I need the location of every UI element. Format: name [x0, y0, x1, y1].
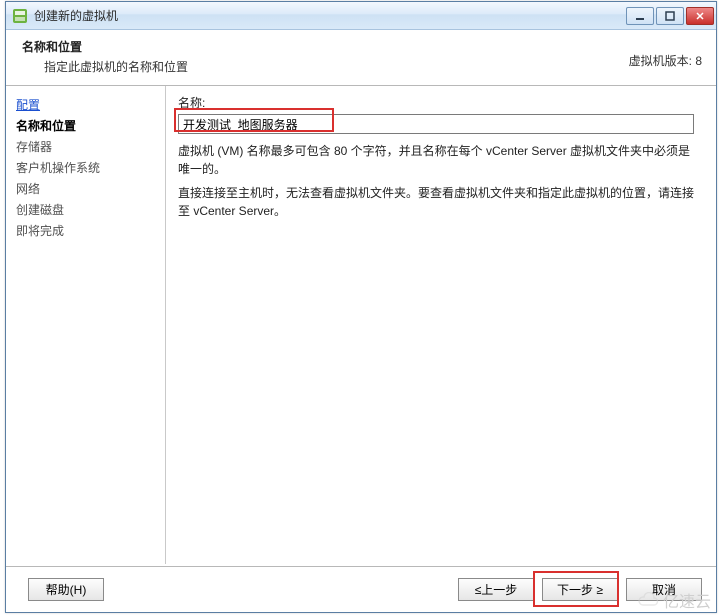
window-title: 创建新的虚拟机 — [34, 7, 626, 24]
footer: 帮助(H) ≤上一步 下一步 ≥ 取消 — [6, 566, 716, 612]
vm-name-input[interactable] — [178, 114, 694, 134]
content-pane: 名称: 虚拟机 (VM) 名称最多可包含 80 个字符，并且名称在每个 vCen… — [166, 86, 716, 564]
sidebar-item-storage: 存储器 — [16, 136, 165, 157]
minimize-button[interactable] — [626, 7, 654, 25]
sidebar-item-network: 网络 — [16, 178, 165, 199]
titlebar: 创建新的虚拟机 — [6, 2, 716, 30]
back-button[interactable]: ≤上一步 — [458, 578, 534, 601]
wizard-header: 名称和位置 指定此虚拟机的名称和位置 虚拟机版本: 8 — [6, 30, 716, 86]
sidebar-item-ready: 即将完成 — [16, 220, 165, 241]
sidebar-item-name-location[interactable]: 名称和位置 — [16, 115, 165, 136]
window-controls — [626, 7, 714, 25]
name-label: 名称: — [178, 94, 702, 111]
close-button[interactable] — [686, 7, 714, 25]
page-title: 名称和位置 — [20, 38, 702, 55]
next-button[interactable]: 下一步 ≥ — [542, 578, 618, 601]
app-icon — [12, 8, 28, 24]
maximize-button[interactable] — [656, 7, 684, 25]
cancel-button[interactable]: 取消 — [626, 578, 702, 601]
vm-version-label: 虚拟机版本: 8 — [629, 52, 702, 69]
wizard-body: 配置 名称和位置 存储器 客户机操作系统 网络 创建磁盘 即将完成 名称: 虚拟… — [6, 86, 716, 564]
page-subtitle: 指定此虚拟机的名称和位置 — [20, 58, 702, 75]
help-text: 虚拟机 (VM) 名称最多可包含 80 个字符，并且名称在每个 vCenter … — [178, 142, 694, 220]
help-line-1: 虚拟机 (VM) 名称最多可包含 80 个字符，并且名称在每个 vCenter … — [178, 142, 694, 178]
sidebar-item-guest-os: 客户机操作系统 — [16, 157, 165, 178]
sidebar: 配置 名称和位置 存储器 客户机操作系统 网络 创建磁盘 即将完成 — [6, 86, 166, 564]
sidebar-item-create-disk: 创建磁盘 — [16, 199, 165, 220]
help-line-2: 直接连接至主机时，无法查看虚拟机文件夹。要查看虚拟机文件夹和指定此虚拟机的位置，… — [178, 184, 694, 220]
sidebar-item-config[interactable]: 配置 — [16, 94, 165, 115]
wizard-window: 创建新的虚拟机 名称和位置 指定此虚拟机的名称和位置 虚拟机版本: 8 配置 名… — [5, 1, 717, 613]
help-button[interactable]: 帮助(H) — [28, 578, 104, 601]
